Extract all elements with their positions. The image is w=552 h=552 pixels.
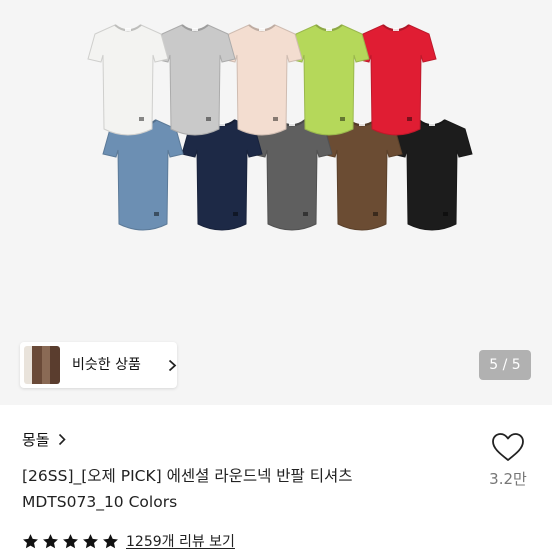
chevron-right-icon: [168, 359, 177, 372]
t-shirt: [288, 24, 370, 136]
product-title-line-1: [26SS]_[오제 PICK] 에센셜 라운드넥 반팔 티셔츠: [22, 467, 353, 485]
star-icon: [23, 533, 38, 548]
star-icon: [43, 533, 58, 548]
product-title: [26SS]_[오제 PICK] 에센셜 라운드넥 반팔 티셔츠 MDTS073…: [22, 463, 462, 515]
similar-products-label: 비슷한 상품: [72, 357, 141, 373]
t-shirt: [221, 24, 303, 136]
rating-row: 1259개 리뷰 보기: [22, 530, 235, 552]
t-shirt: [154, 24, 236, 136]
t-shirt: [251, 119, 333, 231]
product-title-line-2: MDTS073_10 Colors: [22, 493, 178, 511]
t-shirt: [355, 24, 437, 136]
rating-stars: [22, 533, 119, 550]
similar-products-button[interactable]: 비슷한 상품: [20, 342, 177, 388]
t-shirt: [181, 119, 263, 231]
chevron-right-icon: [58, 433, 66, 445]
like-count: 3.2만: [489, 470, 527, 488]
t-shirt: [391, 119, 473, 231]
similar-product-thumbnail: [24, 346, 60, 384]
heart-icon: [492, 433, 524, 461]
star-icon: [83, 533, 98, 548]
star-icon: [63, 533, 78, 548]
like-button[interactable]: 3.2만: [481, 432, 535, 489]
t-shirt: [321, 119, 403, 231]
t-shirt: [102, 119, 184, 231]
brand-name: 몽돌: [22, 430, 50, 449]
image-page-indicator: 5 / 5: [479, 350, 531, 380]
product-image-area[interactable]: 비슷한 상품 5 / 5: [0, 0, 552, 405]
brand-link[interactable]: 몽돌: [22, 428, 66, 450]
t-shirt-colors-image: [87, 24, 473, 231]
t-shirt: [87, 24, 169, 136]
review-link[interactable]: 1259개 리뷰 보기: [126, 531, 235, 551]
star-icon: [103, 533, 118, 548]
